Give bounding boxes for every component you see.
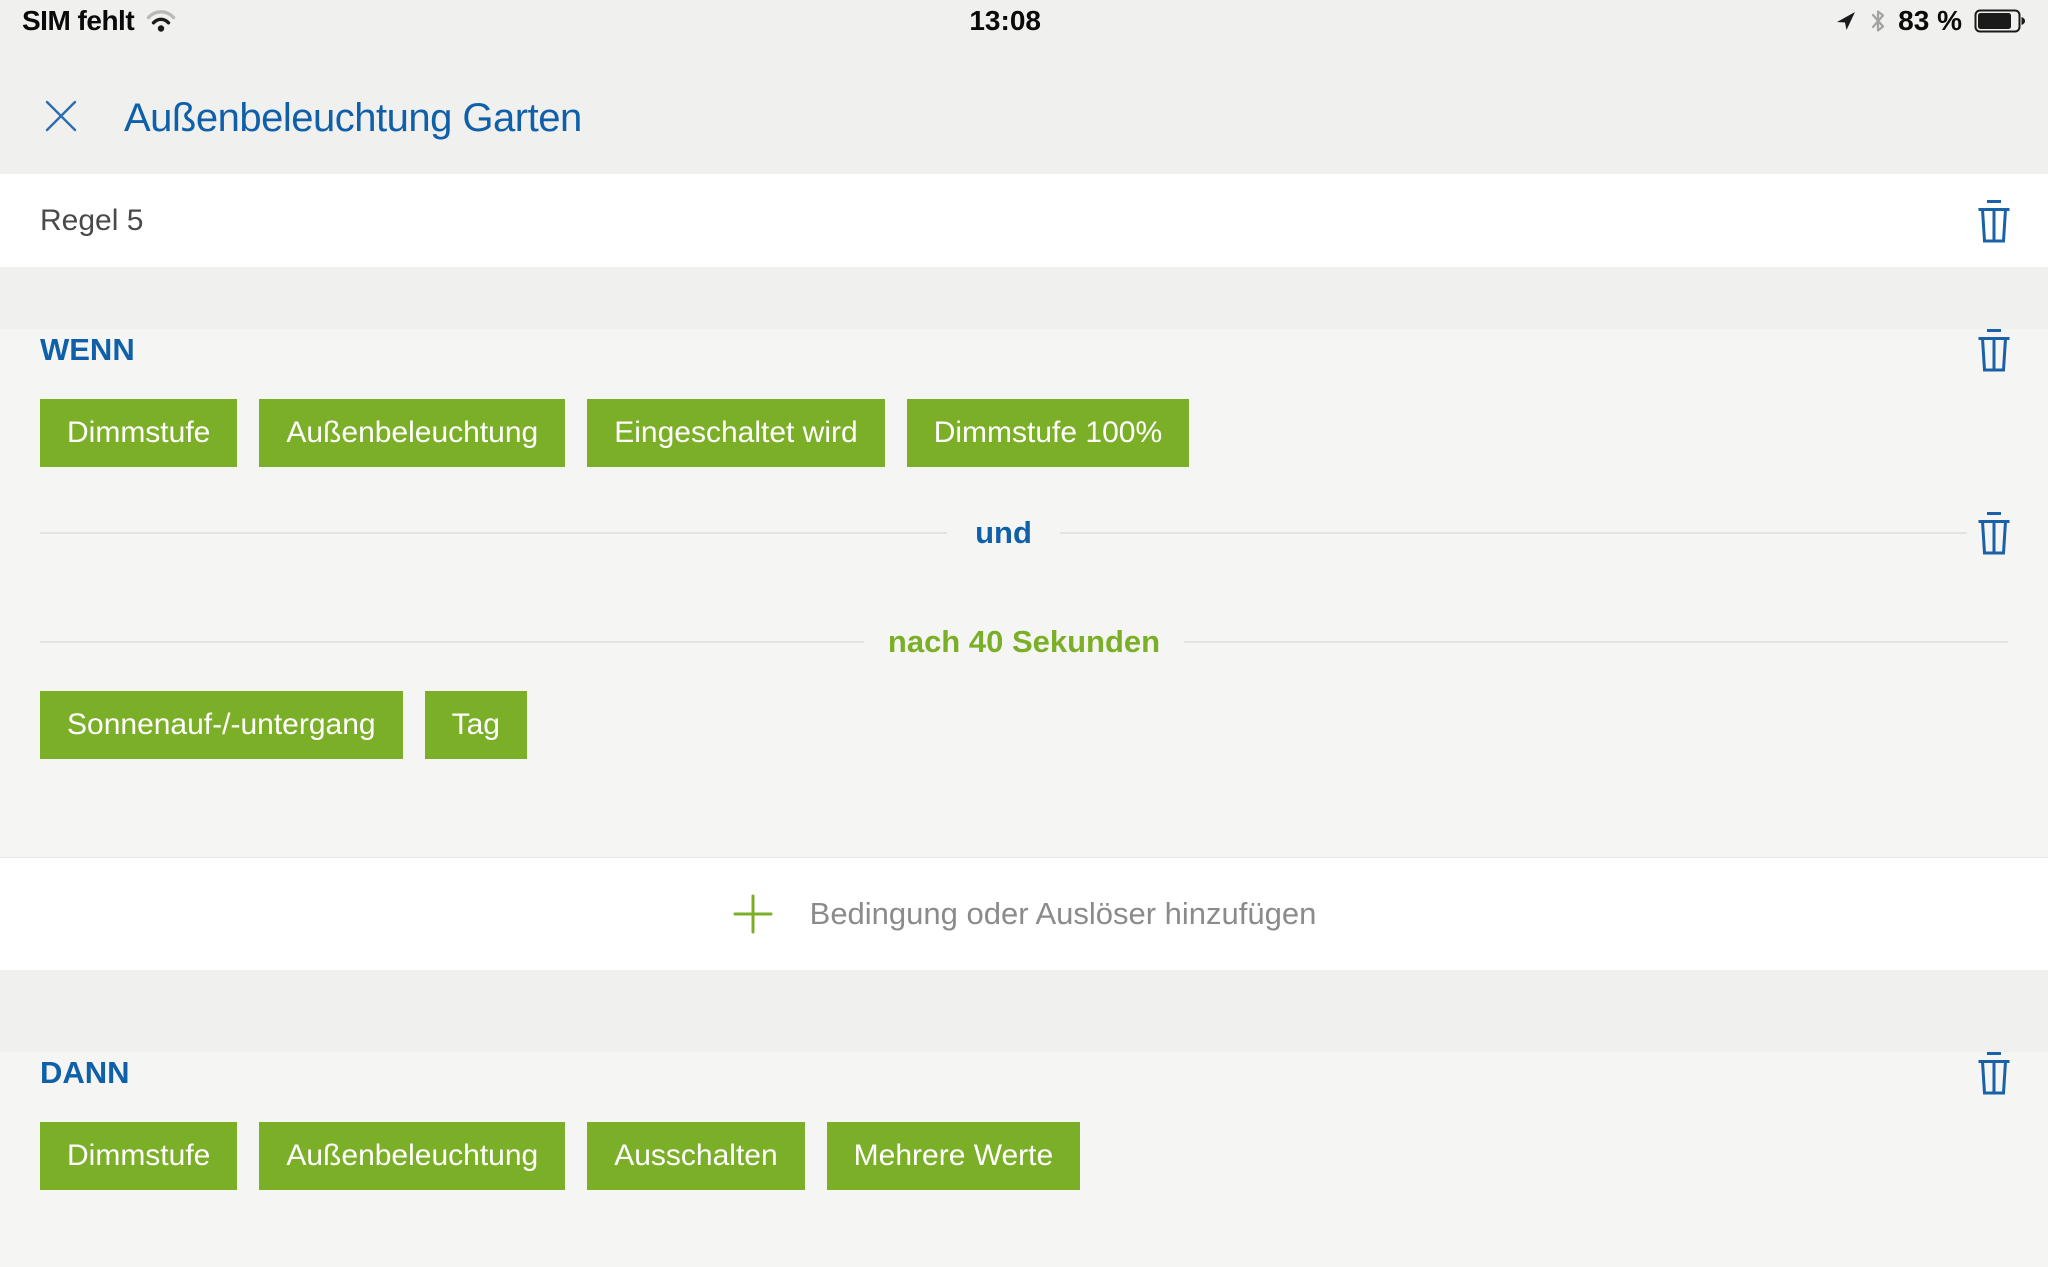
trigger-chip[interactable]: Dimmstufe <box>40 399 237 467</box>
dann-section: DANN Dimmstufe Außenbeleuchtung Ausschalte… <box>0 1052 2048 1267</box>
trigger-chip[interactable]: Eingeschaltet wird <box>587 399 884 467</box>
action-chip[interactable]: Außenbeleuchtung <box>259 1122 565 1190</box>
operator-divider: und <box>0 512 2048 554</box>
action-chip[interactable]: Dimmstufe <box>40 1122 237 1190</box>
battery-percent-label: 83 % <box>1898 5 1962 37</box>
divider-line <box>1060 532 1967 534</box>
app-screen: SIM fehlt 13:08 83 % <box>0 0 2048 1267</box>
delete-dann-button[interactable] <box>1973 1049 2015 1097</box>
rule-row[interactable]: Regel 5 <box>0 174 2048 267</box>
status-bar: SIM fehlt 13:08 83 % <box>0 0 2048 42</box>
location-icon <box>1834 9 1858 33</box>
delete-rule-button[interactable] <box>1973 197 2015 245</box>
dann-header: DANN <box>0 1052 2048 1094</box>
carrier-label: SIM fehlt <box>22 5 134 37</box>
delete-operator-button[interactable] <box>1973 509 2015 557</box>
delete-wenn-button[interactable] <box>1973 326 2015 374</box>
wenn-header: WENN <box>0 329 2048 371</box>
status-right: 83 % <box>1834 5 2026 37</box>
operator-label[interactable]: und <box>947 515 1060 551</box>
condition-chip-row: Sonnenauf-/-untergang Tag <box>0 691 2048 759</box>
wenn-label: WENN <box>40 332 135 368</box>
bluetooth-icon <box>1870 8 1886 34</box>
page-header: Außenbeleuchtung Garten <box>0 42 2048 174</box>
trigger-chip[interactable]: Außenbeleuchtung <box>259 399 565 467</box>
divider-line <box>40 532 947 534</box>
rule-name-label: Regel 5 <box>40 204 143 238</box>
delay-divider: nach 40 Sekunden <box>0 621 2048 663</box>
divider-line <box>40 641 864 643</box>
battery-icon <box>1974 8 2026 34</box>
wifi-icon <box>146 9 176 33</box>
page-title: Außenbeleuchtung Garten <box>124 99 582 137</box>
trash-icon <box>1974 198 2014 244</box>
action-chip[interactable]: Ausschalten <box>587 1122 804 1190</box>
add-condition-row[interactable]: Bedingung oder Auslöser hinzufügen <box>0 857 2048 970</box>
clock-label: 13:08 <box>176 5 1834 37</box>
trigger-chip-row: Dimmstufe Außenbeleuchtung Eingeschaltet w… <box>0 399 2048 467</box>
action-chip[interactable]: Mehrere Werte <box>827 1122 1081 1190</box>
status-left: SIM fehlt <box>22 5 176 37</box>
plus-icon <box>732 893 774 935</box>
battery-fill <box>1978 13 2011 29</box>
condition-chip[interactable]: Tag <box>425 691 527 759</box>
trash-icon <box>1974 510 2014 556</box>
add-condition-label: Bedingung oder Auslöser hinzufügen <box>810 896 1317 932</box>
wenn-section: WENN Dimmstufe Außenbeleuchtung Eingeschal… <box>0 329 2048 857</box>
action-chip-row: Dimmstufe Außenbeleuchtung Ausschalten Mehr… <box>0 1122 2048 1190</box>
condition-chip[interactable]: Sonnenauf-/-untergang <box>40 691 403 759</box>
close-button[interactable] <box>42 97 80 135</box>
trigger-chip[interactable]: Dimmstufe 100% <box>907 399 1189 467</box>
dann-label: DANN <box>40 1055 130 1091</box>
trash-icon <box>1974 1050 2014 1096</box>
close-icon <box>42 97 80 135</box>
trash-icon <box>1974 327 2014 373</box>
divider-line <box>1184 641 2008 643</box>
delay-label[interactable]: nach 40 Sekunden <box>864 624 1184 660</box>
